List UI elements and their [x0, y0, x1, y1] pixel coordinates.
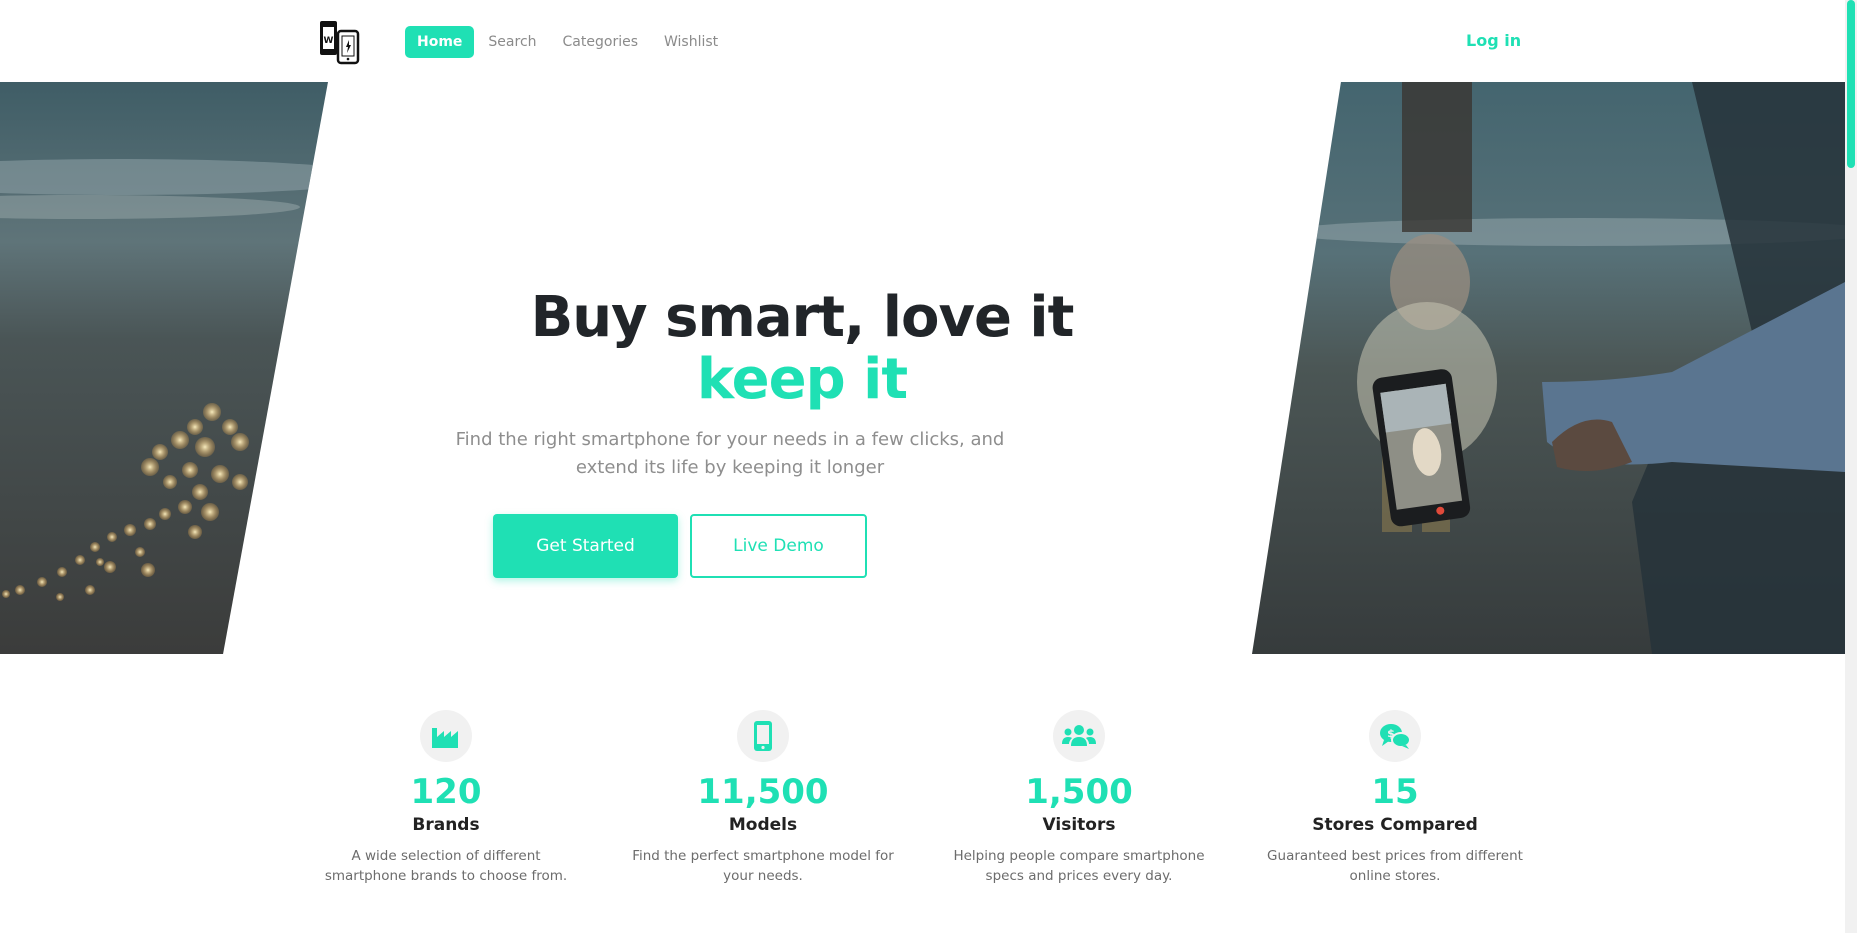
hero-title-line1: Buy smart, love it [530, 285, 1075, 350]
stat-number: 120 [410, 772, 482, 812]
get-started-button[interactable]: Get Started [493, 514, 678, 578]
stat-label: Models [728, 815, 798, 835]
svg-text:W: W [324, 36, 334, 46]
stat-description: A wide selection of different smartphone… [324, 848, 568, 884]
stat-visitors: 1,500 Visitors Helping people compare sm… [939, 710, 1219, 886]
live-demo-button[interactable]: Live Demo [690, 514, 867, 578]
stat-number: 1,500 [1025, 772, 1133, 812]
stat-label: Brands [412, 815, 480, 835]
nav-wishlist[interactable]: Wishlist [652, 26, 730, 58]
hero-subtitle: Find the right smartphone for your needs… [455, 429, 1005, 478]
nav-search[interactable]: Search [476, 26, 548, 58]
navbar: W Home Search Categories Wishlist Log in [0, 0, 1845, 82]
hero-title-accent: keep it [696, 347, 908, 412]
factory-icon [420, 710, 472, 762]
hero-section: Buy smart, love it keep it Find the righ… [0, 82, 1845, 654]
stat-description: Find the perfect smartphone model for yo… [632, 848, 894, 884]
main-nav: Home Search Categories Wishlist [405, 26, 732, 58]
hero-image-beach-lights [0, 82, 328, 654]
mobile-phone-icon [737, 710, 789, 762]
scrollbar-thumb[interactable] [1847, 0, 1855, 168]
stat-label: Visitors [1042, 815, 1116, 835]
stat-number: 15 [1371, 772, 1419, 812]
stat-description: Guaranteed best prices from different on… [1267, 848, 1523, 884]
stat-description: Helping people compare smartphone specs … [953, 848, 1205, 884]
stat-number: 11,500 [697, 772, 829, 812]
login-link[interactable]: Log in [1466, 31, 1521, 50]
page-scrollbar[interactable] [1845, 0, 1857, 933]
stat-brands: 120 Brands A wide selection of different… [306, 710, 586, 886]
nav-home[interactable]: Home [405, 26, 475, 58]
stat-stores: $ 15 Stores Compared Guaranteed best pri… [1255, 710, 1535, 886]
svg-text:$: $ [1387, 727, 1395, 740]
stat-label: Stores Compared [1312, 815, 1478, 835]
nav-categories[interactable]: Categories [551, 26, 650, 58]
price-comments-icon: $ [1369, 710, 1421, 762]
hero-title: Buy smart, love it keep it [500, 287, 1104, 411]
hero-image-phone-photo [1252, 82, 1845, 654]
logo-phones-icon[interactable]: W [318, 19, 362, 65]
stat-models: 11,500 Models Find the perfect smartphon… [623, 710, 903, 886]
users-icon [1053, 710, 1105, 762]
